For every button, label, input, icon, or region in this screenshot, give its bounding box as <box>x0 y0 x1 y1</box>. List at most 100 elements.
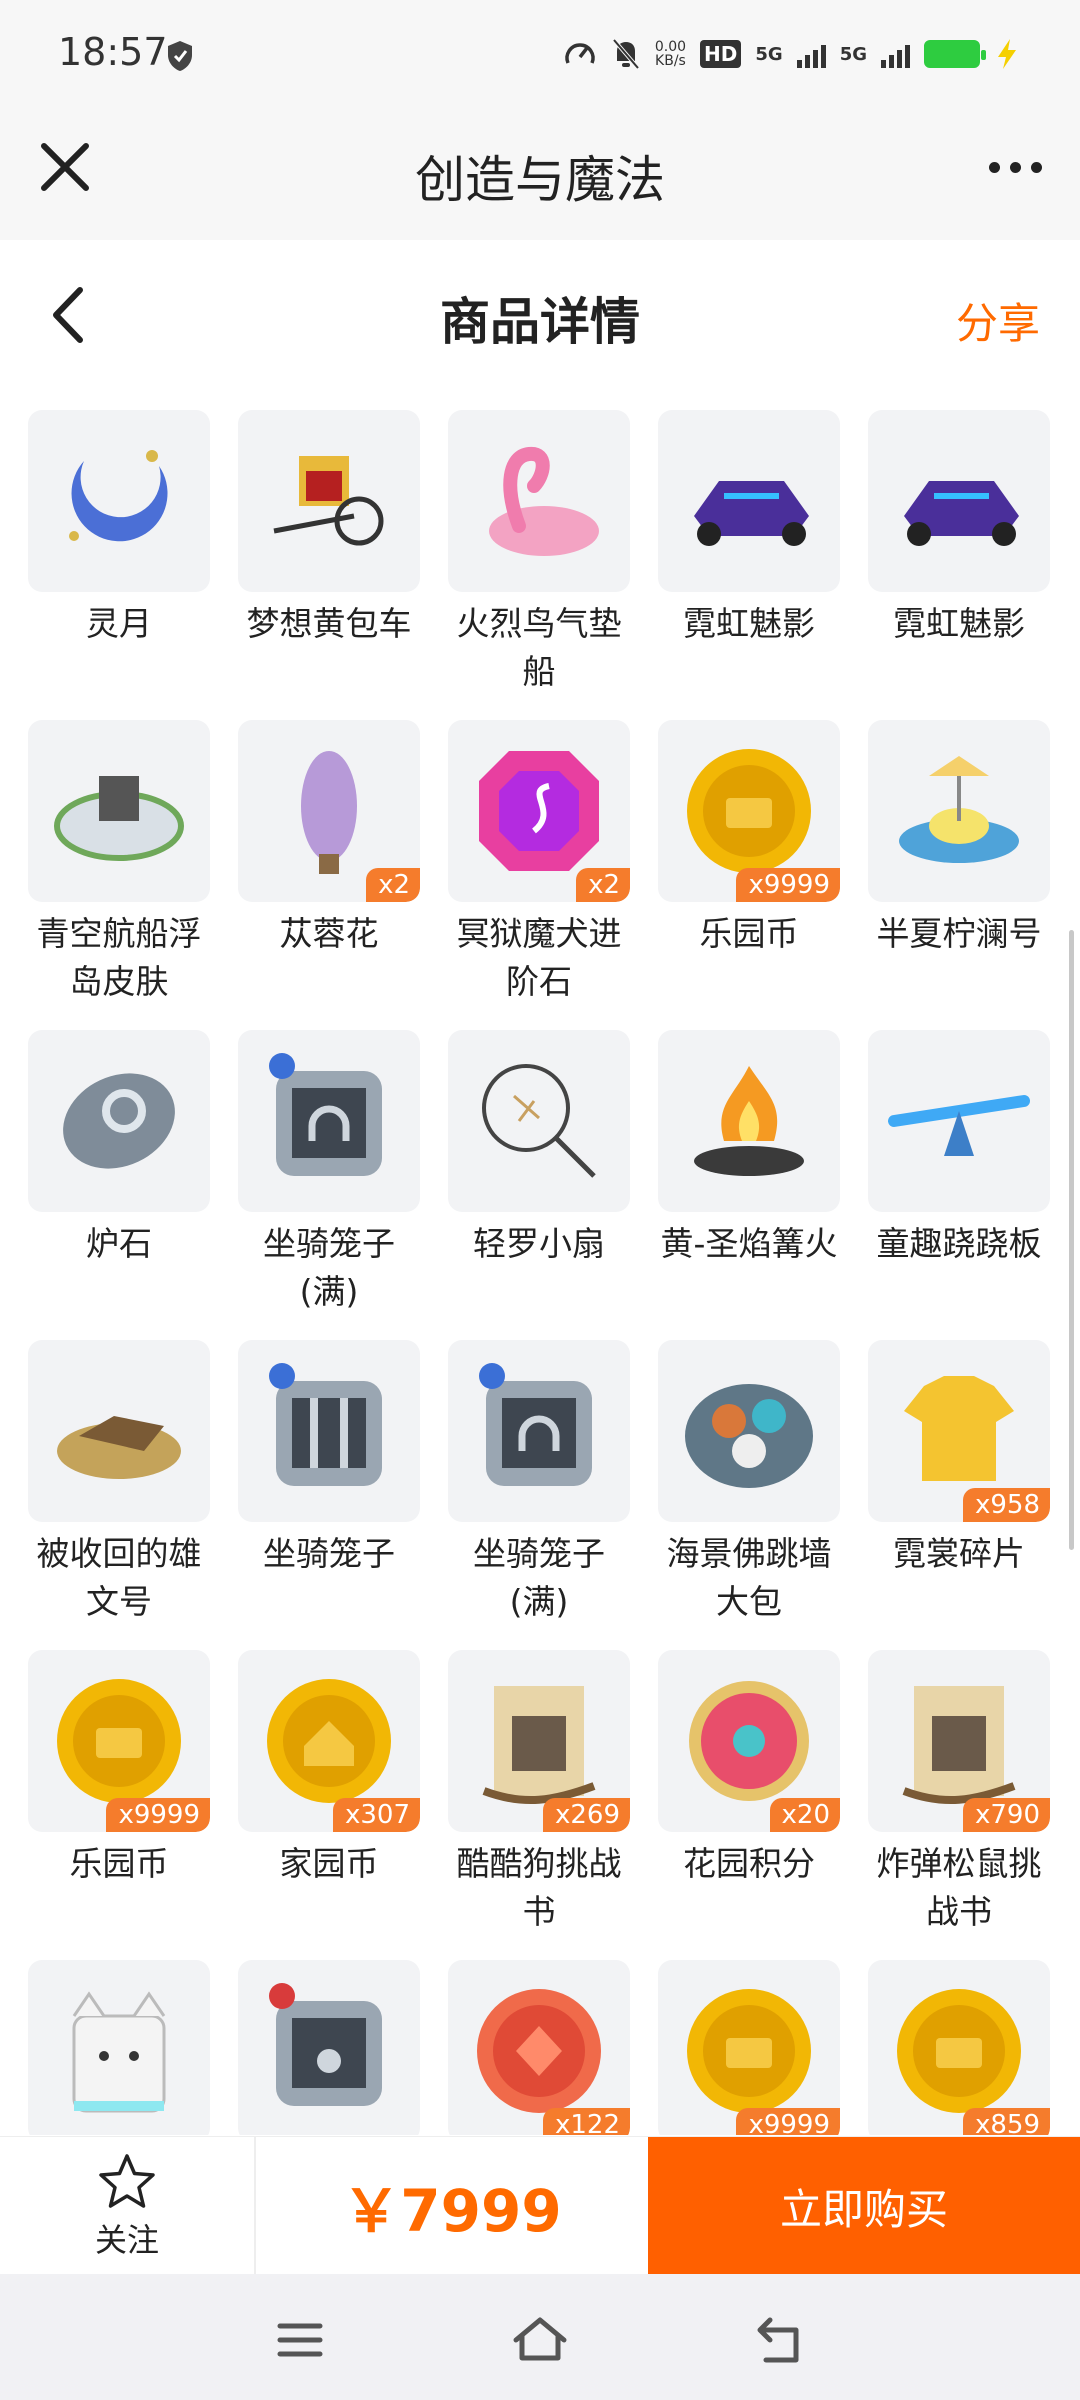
gold-coin-icon <box>897 1989 1021 2113</box>
quantity-badge: x9999 <box>736 868 840 902</box>
item-thumbnail[interactable] <box>868 410 1050 592</box>
neon-car-icon <box>904 481 1019 546</box>
item-card[interactable]: x20 花园积分 <box>658 1650 840 1960</box>
item-name: 坐骑笼子(满) <box>473 1534 605 1621</box>
item-name: 火烈鸟气垫船 <box>456 604 622 691</box>
signal-icon-2 <box>881 40 910 68</box>
item-thumbnail[interactable] <box>448 1340 630 1522</box>
item-thumbnail[interactable]: x307 <box>238 1650 420 1832</box>
item-card[interactable]: x2 冥狱魔犬进阶石 <box>448 720 630 1030</box>
item-thumbnail[interactable] <box>28 410 210 592</box>
back-icon[interactable] <box>750 2310 810 2370</box>
item-thumbnail[interactable]: x122 <box>448 1960 630 2135</box>
item-thumbnail[interactable] <box>658 1030 840 1212</box>
quantity-badge: x2 <box>366 868 420 902</box>
quantity-badge: x859 <box>962 2108 1050 2135</box>
status-time: 18:57 <box>58 30 168 74</box>
menu-icon[interactable] <box>270 2310 330 2370</box>
item-card[interactable]: 被收回的雄文号 <box>28 1340 210 1650</box>
item-name: 乐园币 <box>699 914 799 953</box>
item-card[interactable]: 霓虹魅影 <box>658 410 840 720</box>
item-thumbnail[interactable] <box>28 1960 210 2135</box>
item-card[interactable]: 青空航船浮岛皮肤 <box>28 720 210 1030</box>
quantity-badge: x790 <box>962 1798 1050 1832</box>
home-icon[interactable] <box>510 2310 570 2370</box>
item-card[interactable]: x269 酷酷狗挑战书 <box>448 1650 630 1960</box>
item-card[interactable]: 童趣跷跷板 <box>868 1030 1050 1340</box>
item-card[interactable]: 海景佛跳墙大包 <box>658 1340 840 1650</box>
bottom-action-bar: 关注 ￥7999 立即购买 <box>0 2136 1080 2275</box>
crescent-moon-icon <box>69 450 168 542</box>
item-thumbnail[interactable] <box>658 1340 840 1522</box>
wanted-scroll-icon <box>482 1686 596 1804</box>
item-thumbnail[interactable] <box>868 720 1050 902</box>
item-card[interactable]: 火烈鸟气垫船 <box>448 410 630 720</box>
share-button[interactable]: 分享 <box>956 290 1040 351</box>
item-card[interactable]: x307 家园币 <box>238 1650 420 1960</box>
item-thumbnail[interactable] <box>238 410 420 592</box>
item-thumbnail[interactable] <box>238 1340 420 1522</box>
bonfire-icon <box>694 1066 804 1176</box>
item-thumbnail[interactable]: x9999 <box>658 1960 840 2135</box>
item-thumbnail[interactable]: x790 <box>868 1650 1050 1832</box>
follow-button[interactable]: 关注 <box>0 2137 256 2275</box>
item-thumbnail[interactable] <box>868 1030 1050 1212</box>
item-thumbnail[interactable] <box>448 410 630 592</box>
price: ￥7999 <box>342 2177 562 2245</box>
item-thumbnail[interactable]: x2 <box>448 720 630 902</box>
item-card[interactable]: x958 霓裳碎片 <box>868 1340 1050 1650</box>
item-card[interactable]: 坐骑笼子 <box>238 1340 420 1650</box>
item-card[interactable]: x122 <box>448 1960 630 2135</box>
item-card[interactable]: 梦想黄包车 <box>238 410 420 720</box>
item-thumbnail[interactable] <box>238 1030 420 1212</box>
shield-icon <box>168 41 192 71</box>
item-thumbnail[interactable] <box>238 1960 420 2135</box>
quantity-badge: x20 <box>769 1798 840 1832</box>
item-card[interactable]: 坐骑笼子(满) <box>448 1340 630 1650</box>
signal-icon <box>796 40 826 68</box>
item-card[interactable]: x790 炸弹松鼠挑战书 <box>868 1650 1050 1960</box>
pet-cage-icon <box>269 1983 382 2106</box>
item-thumbnail[interactable] <box>658 410 840 592</box>
item-card[interactable]: x2 苁蓉花 <box>238 720 420 1030</box>
item-thumbnail[interactable] <box>28 720 210 902</box>
item-thumbnail[interactable] <box>448 1030 630 1212</box>
item-card[interactable]: x859 <box>868 1960 1050 2135</box>
buy-now-button[interactable]: 立即购买 <box>648 2137 1080 2275</box>
item-thumbnail[interactable]: x859 <box>868 1960 1050 2135</box>
item-thumbnail[interactable]: x2 <box>238 720 420 902</box>
item-card[interactable]: 半夏柠澜号 <box>868 720 1050 1030</box>
flower-badge-icon <box>689 1681 809 1801</box>
item-card[interactable]: 霓虹魅影 <box>868 410 1050 720</box>
item-thumbnail[interactable]: x9999 <box>28 1650 210 1832</box>
quantity-badge: x958 <box>962 1488 1050 1522</box>
item-thumbnail[interactable] <box>28 1030 210 1212</box>
more-button[interactable] <box>980 142 1050 192</box>
item-card[interactable]: x9999 乐园币 <box>658 720 840 1030</box>
item-card[interactable]: x9999 <box>658 1960 840 2135</box>
item-thumbnail[interactable]: x20 <box>658 1650 840 1832</box>
lemon-boat-icon <box>899 756 1019 863</box>
item-card[interactable]: 灵月 <box>28 410 210 720</box>
item-grid[interactable]: 灵月 梦想黄包车 火烈鸟气垫船 霓虹魅影 霓虹魅影 青空航船浮岛皮肤 x2 苁蓉花 x2 冥狱魔犬… <box>0 400 1080 2135</box>
gold-coin-icon <box>57 1679 181 1803</box>
item-card[interactable] <box>238 1960 420 2135</box>
scrollbar[interactable] <box>1069 930 1074 1550</box>
item-thumbnail[interactable]: x269 <box>448 1650 630 1832</box>
item-thumbnail[interactable]: x958 <box>868 1340 1050 1522</box>
item-card[interactable]: x9999 乐园币 <box>28 1650 210 1960</box>
item-card[interactable]: 轻罗小扇 <box>448 1030 630 1340</box>
item-card[interactable]: 黄-圣焰篝火 <box>658 1030 840 1340</box>
item-thumbnail[interactable] <box>28 1340 210 1522</box>
seesaw-icon <box>888 1095 1030 1156</box>
item-name: 梦想黄包车 <box>246 604 412 643</box>
item-thumbnail[interactable]: x9999 <box>658 720 840 902</box>
status-icons: 0.00 KB/s HD 5G 5G <box>563 34 1020 74</box>
item-name: 灵月 <box>86 604 152 643</box>
item-name: 半夏柠澜号 <box>876 914 1042 953</box>
item-name: 酷酷狗挑战书 <box>456 1844 622 1931</box>
item-card[interactable] <box>28 1960 210 2135</box>
item-card[interactable]: 炉石 <box>28 1030 210 1340</box>
mute-bell-icon <box>612 38 640 70</box>
item-card[interactable]: 坐骑笼子(满) <box>238 1030 420 1340</box>
